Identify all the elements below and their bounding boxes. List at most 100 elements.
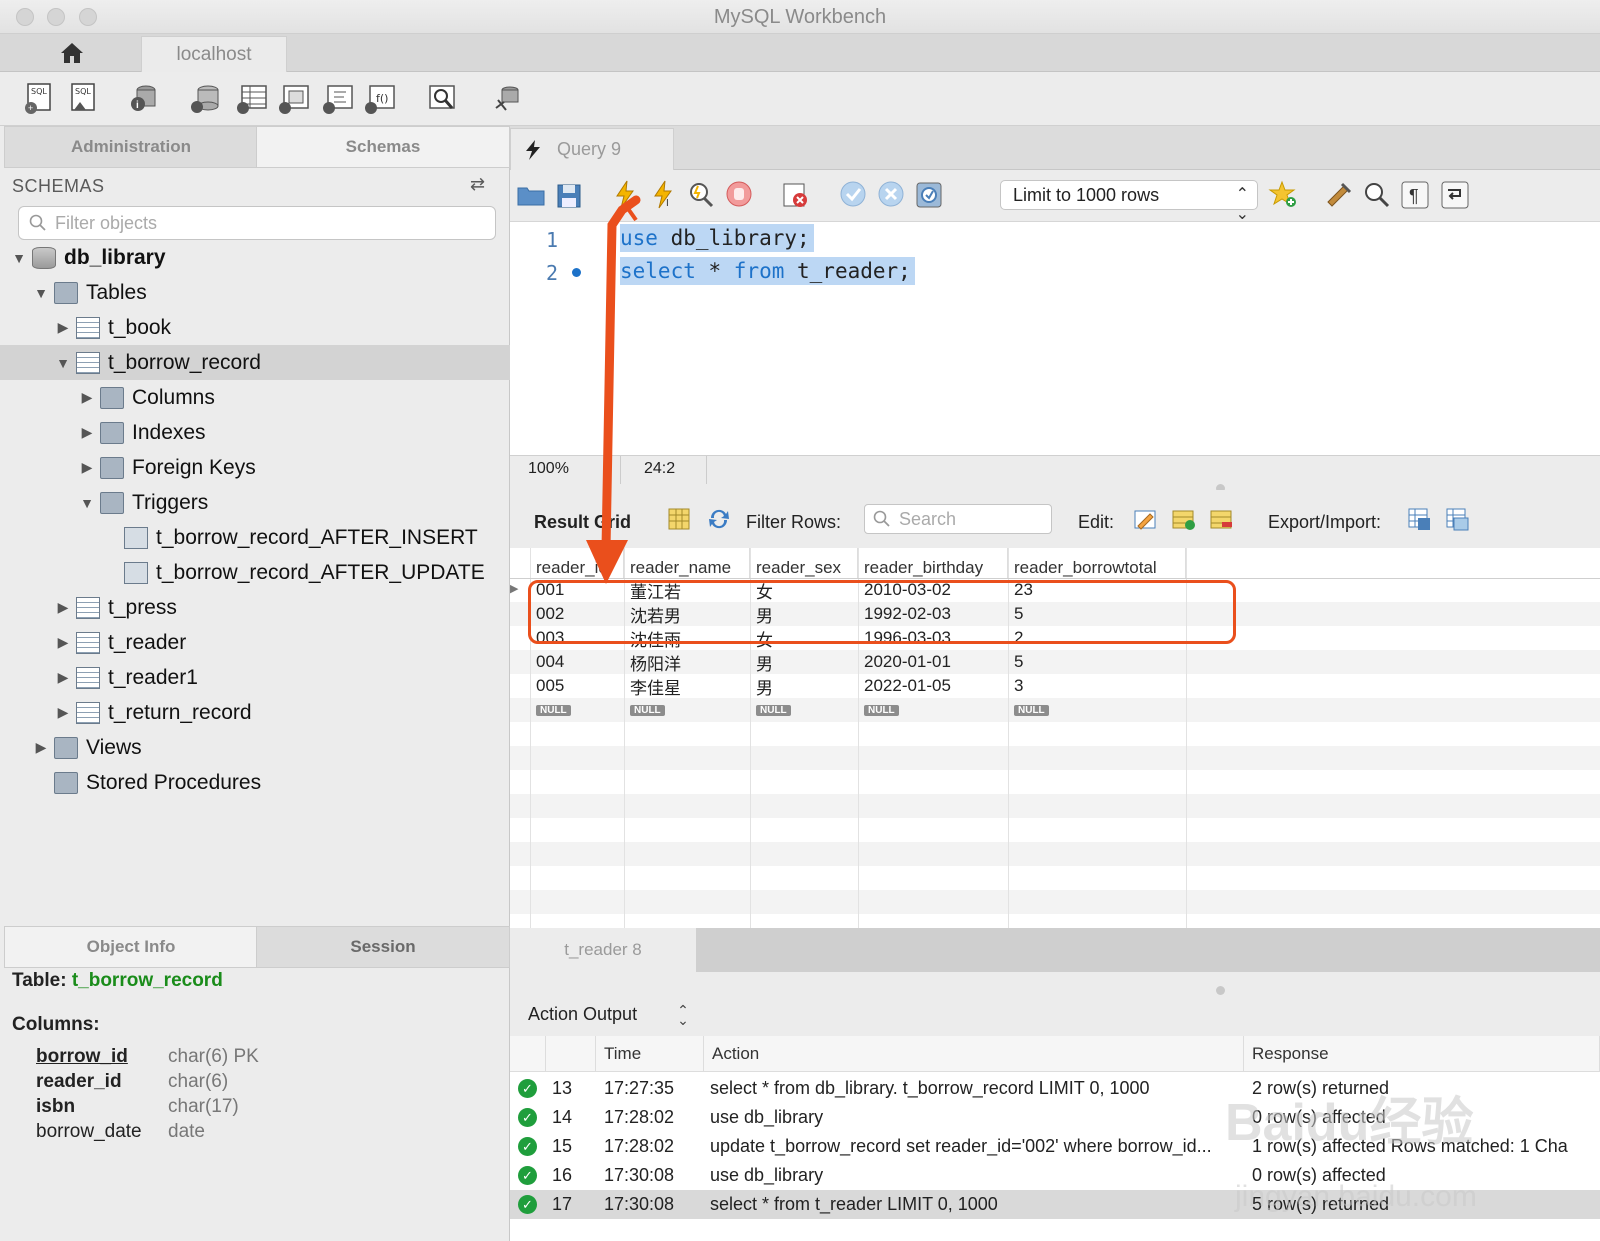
output-column-header[interactable]: Action bbox=[704, 1036, 1244, 1072]
tree-item[interactable]: ▼ Triggers bbox=[0, 485, 510, 520]
disclosure-closed-icon[interactable]: ▶ bbox=[80, 424, 94, 441]
tree-item[interactable]: ▶ Columns bbox=[0, 380, 510, 415]
tree-item[interactable]: ▶ t_book bbox=[0, 310, 510, 345]
table-cell[interactable]: NULL bbox=[1008, 698, 1186, 722]
create-view-icon[interactable] bbox=[276, 80, 312, 116]
table-cell[interactable]: 005 bbox=[530, 674, 624, 698]
column-header[interactable]: reader_id bbox=[530, 548, 624, 578]
refresh-results-icon[interactable] bbox=[706, 506, 732, 532]
filter-rows-search-input[interactable]: Search bbox=[864, 504, 1052, 534]
table-cell[interactable]: 5 bbox=[1008, 650, 1186, 674]
disclosure-closed-icon[interactable]: ▶ bbox=[80, 389, 94, 406]
result-tab[interactable]: t_reader 8 bbox=[510, 928, 696, 972]
new-sql-tab-icon[interactable]: SQL + bbox=[22, 80, 58, 116]
splitter-handle[interactable] bbox=[1216, 986, 1225, 995]
tree-item[interactable]: ▶ t_reader1 bbox=[0, 660, 510, 695]
reconnect-icon[interactable] bbox=[490, 80, 526, 116]
column-header[interactable]: reader_birthday bbox=[858, 548, 1008, 578]
table-cell[interactable]: NULL bbox=[858, 698, 1008, 722]
execute-icon[interactable] bbox=[610, 178, 640, 210]
rollback-icon[interactable] bbox=[876, 178, 906, 210]
open-file-icon[interactable] bbox=[516, 178, 546, 210]
table-row[interactable] bbox=[510, 818, 1600, 842]
invisible-chars-icon[interactable]: ¶ bbox=[1400, 178, 1430, 210]
code-line-2[interactable]: select * from t_reader; bbox=[620, 257, 915, 285]
table-row[interactable] bbox=[510, 866, 1600, 890]
tab-administration[interactable]: Administration bbox=[4, 126, 258, 168]
tab-schemas[interactable]: Schemas bbox=[256, 126, 510, 168]
disclosure-open-icon[interactable]: ▼ bbox=[34, 285, 48, 301]
create-function-icon[interactable]: f() bbox=[362, 80, 398, 116]
table-row[interactable] bbox=[510, 794, 1600, 818]
sql-editor[interactable]: 1 use db_library; 2 select * from t_read… bbox=[510, 222, 1600, 457]
refresh-icon[interactable]: ⇄ bbox=[470, 174, 485, 195]
tab-object-info[interactable]: Object Info bbox=[4, 926, 258, 968]
column-header[interactable]: reader_sex bbox=[750, 548, 858, 578]
table-cell[interactable]: NULL bbox=[530, 698, 624, 722]
output-row[interactable]: ✓ 15 17:28:02 update t_borrow_record set re… bbox=[510, 1132, 1600, 1161]
query-tab[interactable]: Query 9 bbox=[510, 128, 674, 170]
create-schema-icon[interactable] bbox=[188, 80, 224, 116]
column-header[interactable]: reader_name bbox=[624, 548, 750, 578]
table-cell[interactable]: 2020-01-01 bbox=[858, 650, 1008, 674]
disclosure-open-icon[interactable]: ▼ bbox=[56, 355, 70, 371]
table-cell[interactable]: 3 bbox=[1008, 674, 1186, 698]
save-icon[interactable] bbox=[554, 178, 584, 210]
output-column-header[interactable]: Time bbox=[596, 1036, 704, 1072]
output-row[interactable]: ✓ 14 17:28:02 use db_library 0 row(s) affect… bbox=[510, 1103, 1600, 1132]
wrap-lines-icon[interactable] bbox=[1440, 178, 1470, 210]
column-header[interactable]: reader_borrowtotal bbox=[1008, 548, 1186, 578]
limit-rows-select[interactable]: Limit to 1000 rows ⌃ ⌄ bbox=[1000, 180, 1258, 223]
tree-item[interactable]: ▶ t_press bbox=[0, 590, 510, 625]
disclosure-closed-icon[interactable]: ▶ bbox=[56, 704, 70, 721]
tree-item[interactable]: ▶ Indexes bbox=[0, 415, 510, 450]
table-row[interactable] bbox=[510, 890, 1600, 914]
output-row[interactable]: ✓ 13 17:27:35 select * from db_library. t_b… bbox=[510, 1074, 1600, 1103]
disclosure-closed-icon[interactable]: ▶ bbox=[56, 669, 70, 686]
import-icon[interactable] bbox=[1444, 506, 1470, 532]
toggle-stop-on-error-icon[interactable] bbox=[780, 178, 810, 210]
code-line-1[interactable]: use db_library; bbox=[620, 224, 814, 252]
insert-row-icon[interactable] bbox=[1170, 506, 1196, 532]
create-table-icon[interactable] bbox=[234, 80, 270, 116]
explain-icon[interactable] bbox=[686, 178, 716, 210]
disclosure-open-icon[interactable]: ▼ bbox=[12, 250, 26, 266]
tree-item[interactable]: ▼ Tables bbox=[0, 275, 510, 310]
search-table-data-icon[interactable] bbox=[424, 80, 460, 116]
table-cell[interactable]: 2022-01-05 bbox=[858, 674, 1008, 698]
tree-item[interactable]: ▶ t_reader bbox=[0, 625, 510, 660]
output-row[interactable]: ✓ 16 17:30:08 use db_library 0 row(s) affect… bbox=[510, 1161, 1600, 1190]
tree-item[interactable]: ▼ db_library bbox=[0, 240, 510, 275]
table-cell[interactable]: 李佳星 bbox=[624, 674, 750, 698]
home-tab[interactable] bbox=[4, 34, 140, 72]
commit-icon[interactable] bbox=[838, 178, 868, 210]
output-column-header[interactable]: Response bbox=[1244, 1036, 1600, 1072]
tree-item[interactable]: ▶ t_return_record bbox=[0, 695, 510, 730]
export-icon[interactable] bbox=[1406, 506, 1432, 532]
edit-row-icon[interactable] bbox=[1132, 506, 1158, 532]
tree-item[interactable]: ▶ Views bbox=[0, 730, 510, 765]
tree-item[interactable]: ▶ Foreign Keys bbox=[0, 450, 510, 485]
open-sql-script-icon[interactable]: SQL bbox=[66, 80, 102, 116]
connection-tab[interactable]: localhost bbox=[141, 36, 287, 72]
filter-objects-input[interactable]: Filter objects bbox=[18, 206, 496, 240]
inspector-icon[interactable]: i bbox=[126, 80, 162, 116]
result-grid-label[interactable]: Result Grid bbox=[534, 512, 631, 533]
disclosure-closed-icon[interactable]: ▶ bbox=[80, 459, 94, 476]
table-row[interactable] bbox=[510, 770, 1600, 794]
table-cell[interactable]: 男 bbox=[750, 650, 858, 674]
delete-row-icon[interactable] bbox=[1208, 506, 1234, 532]
create-procedure-icon[interactable] bbox=[320, 80, 356, 116]
stop-icon[interactable] bbox=[724, 178, 754, 210]
add-snippet-icon[interactable] bbox=[1268, 178, 1298, 210]
tree-item[interactable]: Stored Procedures bbox=[0, 765, 510, 800]
disclosure-closed-icon[interactable]: ▶ bbox=[56, 319, 70, 336]
disclosure-closed-icon[interactable]: ▶ bbox=[34, 739, 48, 756]
tab-session[interactable]: Session bbox=[256, 926, 510, 968]
table-cell[interactable]: NULL bbox=[750, 698, 858, 722]
output-column-header[interactable] bbox=[546, 1036, 596, 1072]
table-row[interactable] bbox=[510, 722, 1600, 746]
grid-view-icon[interactable] bbox=[666, 506, 692, 532]
table-row[interactable] bbox=[510, 746, 1600, 770]
table-row[interactable] bbox=[510, 842, 1600, 866]
